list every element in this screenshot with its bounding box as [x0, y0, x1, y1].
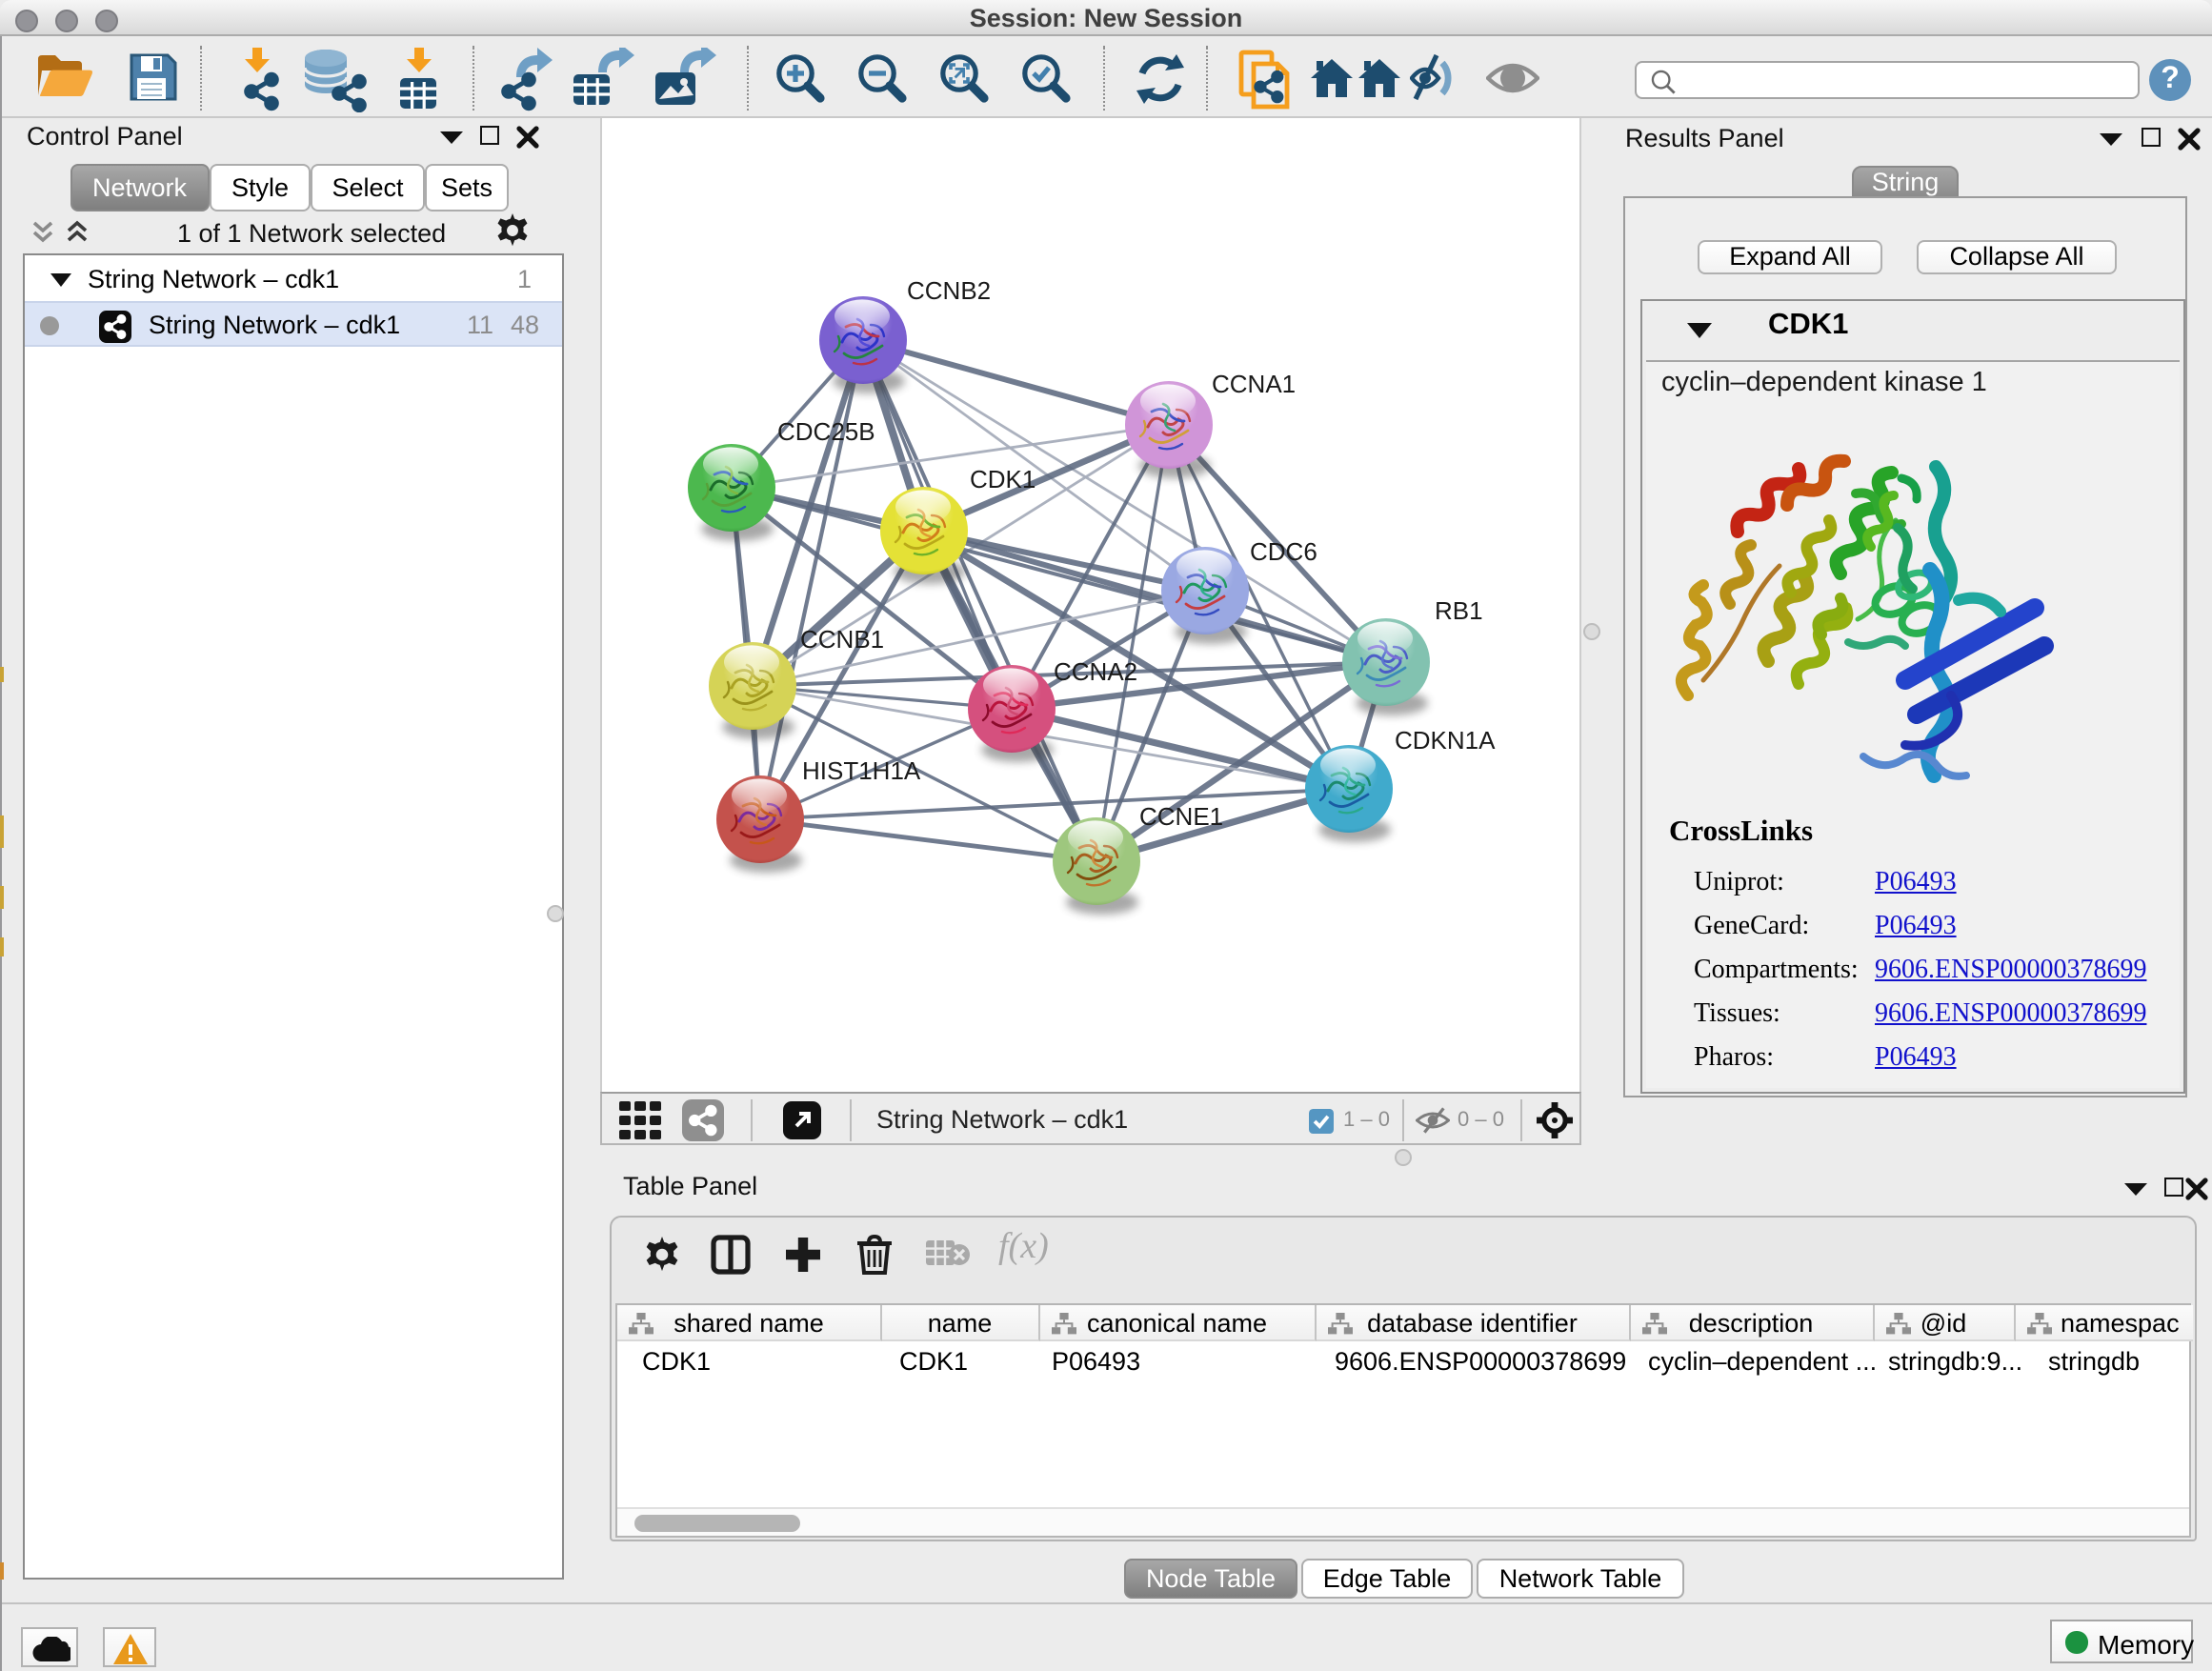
svg-text:RB1: RB1: [1435, 596, 1483, 625]
svg-text:CCNB2: CCNB2: [907, 276, 991, 305]
svg-text:CDKN1A: CDKN1A: [1395, 726, 1496, 755]
svg-text:CCNE1: CCNE1: [1139, 802, 1223, 831]
svg-text:CCNA2: CCNA2: [1054, 657, 1137, 686]
svg-text:CCNB1: CCNB1: [800, 625, 884, 654]
svg-text:CCNA1: CCNA1: [1212, 370, 1296, 398]
svg-text:HIST1H1A: HIST1H1A: [802, 756, 921, 785]
svg-text:CDK1: CDK1: [970, 465, 1036, 493]
svg-text:CDC25B: CDC25B: [777, 417, 875, 446]
svg-text:CDC6: CDC6: [1250, 537, 1317, 566]
